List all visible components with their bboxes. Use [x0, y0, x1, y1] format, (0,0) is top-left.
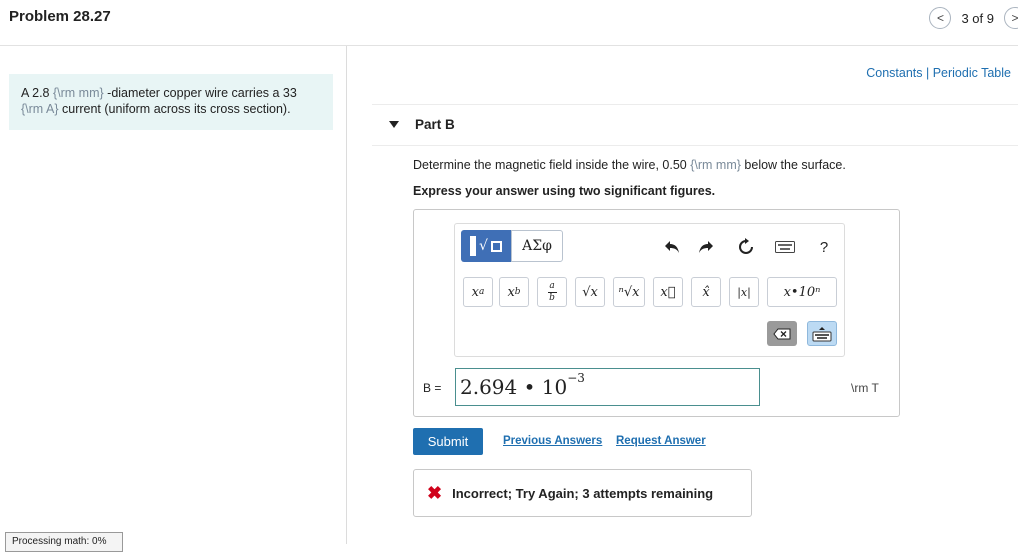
problem-text-2: -diameter copper wire carries a 33: [103, 86, 297, 100]
fraction-button[interactable]: a b: [537, 277, 567, 307]
pager: < 3 of 9 >: [929, 5, 1018, 31]
nth-root-button[interactable]: ⁿ√x: [613, 277, 645, 307]
absolute-value-button[interactable]: |x|: [729, 277, 759, 307]
scientific-notation-button[interactable]: x•10ⁿ: [767, 277, 837, 307]
page-count: 3 of 9: [961, 10, 994, 26]
resources-links: Constants | Periodic Table: [866, 66, 1011, 80]
problem-title: Problem 28.27: [9, 8, 111, 25]
problem-text-1: A 2.8: [21, 86, 53, 100]
question-text: Determine the magnetic field inside the …: [413, 158, 846, 172]
subscript-base: x: [507, 284, 515, 300]
redo-icon[interactable]: [695, 236, 717, 258]
answer-instruction: Express your answer using two significan…: [413, 184, 716, 198]
part-title: Part B: [415, 117, 455, 132]
keyboard-up-icon: [812, 326, 832, 341]
math-toolbar: √ ΑΣφ ? xa xb a b √x ⁿ√x x⃗ x̂ |x| x•10ⁿ: [454, 223, 845, 357]
problem-statement: A 2.8 {\rm mm} -diameter copper wire car…: [9, 74, 333, 130]
periodic-table-link[interactable]: Periodic Table: [933, 66, 1011, 80]
panel-divider: [346, 46, 347, 544]
greek-symbols-button[interactable]: ΑΣφ: [511, 230, 563, 262]
backspace-button[interactable]: [767, 321, 797, 346]
answer-unit: \rm T: [851, 381, 879, 395]
feedback-message: Incorrect; Try Again; 3 attempts remaini…: [452, 485, 714, 501]
radical-icon: √: [479, 238, 488, 254]
vector-button[interactable]: x⃗: [653, 277, 683, 307]
unit-vector-button[interactable]: x̂: [691, 277, 721, 307]
subscript-button[interactable]: xb: [499, 277, 529, 307]
answer-mantissa: 2.694 • 10: [460, 375, 568, 399]
undo-icon[interactable]: [661, 236, 683, 258]
cursor-bar-icon: [470, 236, 477, 256]
problem-text-3: current (uniform across its cross sectio…: [58, 102, 291, 116]
templates-button[interactable]: √: [461, 230, 511, 262]
top-bar: Problem 28.27 < 3 of 9 >: [0, 0, 1018, 46]
keyboard-toggle-button[interactable]: [807, 321, 837, 346]
answer-box: √ ΑΣφ ? xa xb a b √x ⁿ√x x⃗ x̂ |x| x•10ⁿ: [413, 209, 900, 417]
question-text-1: Determine the magnetic field inside the …: [413, 158, 691, 172]
keyboard-icon[interactable]: [774, 236, 796, 258]
answer-input[interactable]: 2.694 • 10−3: [455, 368, 760, 406]
superscript-base: x: [471, 284, 479, 300]
sqrt-button[interactable]: √x: [575, 277, 605, 307]
help-button[interactable]: ?: [813, 236, 835, 258]
next-problem-button[interactable]: >: [1004, 7, 1018, 29]
next-problem-wrap: >: [1004, 7, 1018, 29]
reset-icon[interactable]: [735, 236, 757, 258]
superscript-button[interactable]: xa: [463, 277, 493, 307]
resources-separator: |: [922, 66, 933, 80]
fraction-bottom: b: [549, 292, 555, 303]
part-header[interactable]: Part B: [372, 104, 1018, 146]
answer-exponent: −3: [567, 371, 585, 386]
submit-button[interactable]: Submit: [413, 428, 483, 455]
processing-status: Processing math: 0%: [5, 532, 123, 552]
square-box-icon: [490, 240, 502, 252]
fraction-top: a: [549, 280, 555, 291]
backspace-icon: [773, 328, 791, 339]
previous-answers-link[interactable]: Previous Answers: [503, 435, 602, 447]
incorrect-x-icon: ✖: [427, 482, 443, 503]
subscript-sub: b: [514, 287, 521, 297]
superscript-exp: a: [478, 287, 485, 297]
feedback-box: ✖ Incorrect; Try Again; 3 attempts remai…: [413, 469, 752, 517]
request-answer-link[interactable]: Request Answer: [616, 435, 706, 447]
caret-down-icon[interactable]: [389, 121, 399, 128]
answer-row: B = 2.694 • 10−3 \rm T: [414, 367, 901, 407]
problem-tex-1: {\rm mm}: [52, 86, 104, 100]
problem-tex-2: {\rm A}: [21, 102, 59, 116]
previous-problem-button[interactable]: <: [929, 7, 952, 29]
question-tex: {\rm mm}: [690, 158, 741, 172]
constants-link[interactable]: Constants: [866, 66, 922, 80]
question-text-2: below the surface.: [740, 158, 846, 172]
answer-label: B =: [423, 381, 442, 395]
